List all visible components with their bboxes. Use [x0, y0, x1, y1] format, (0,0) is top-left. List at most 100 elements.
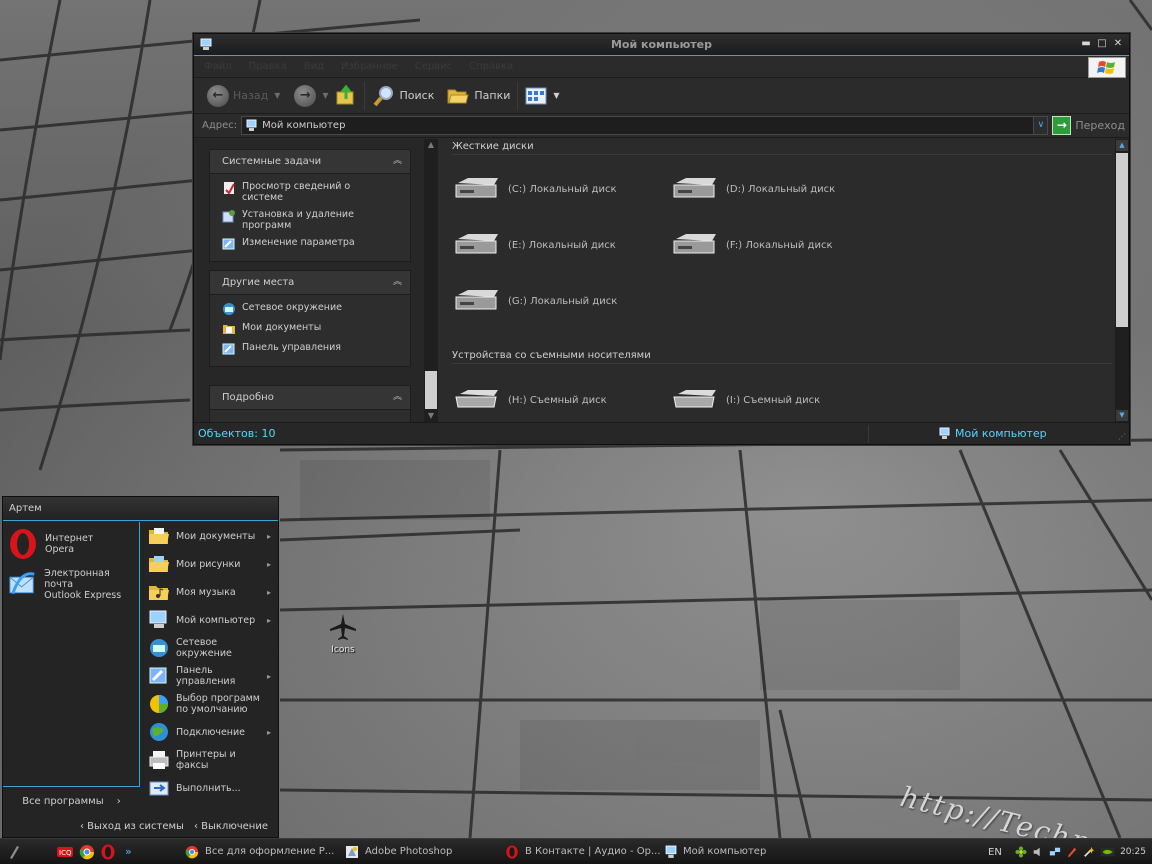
- volume-icon[interactable]: [1032, 845, 1044, 859]
- maximize-button[interactable]: □: [1097, 38, 1107, 50]
- sm-label: Мои документы: [176, 530, 256, 542]
- drive-h[interactable]: (H:) Съемный диск: [454, 389, 607, 411]
- language-indicator[interactable]: EN: [988, 847, 1002, 858]
- pinned-opera[interactable]: Интернет Opera: [3, 522, 139, 562]
- collapse-icon[interactable]: ︽: [393, 393, 402, 402]
- views-button[interactable]: ▼: [522, 81, 562, 111]
- scroll-up-icon[interactable]: ▲: [424, 139, 438, 151]
- task-change-setting[interactable]: Изменение параметра: [222, 237, 410, 251]
- place-control-panel[interactable]: Панель управления: [222, 342, 410, 356]
- sm-printers[interactable]: Принтеры и факсы: [143, 746, 278, 774]
- sm-my-documents[interactable]: Мои документы ▸: [143, 522, 278, 550]
- sm-connect[interactable]: Подключение ▸: [143, 718, 278, 746]
- my-documents-icon: [223, 325, 235, 334]
- sm-my-computer[interactable]: Мой компьютер ▸: [143, 606, 278, 634]
- close-button[interactable]: ✕: [1113, 38, 1123, 50]
- sm-label: Подключение: [176, 726, 246, 738]
- quick-launch-more-icon[interactable]: »: [125, 845, 132, 858]
- taskbar-task[interactable]: Adobe Photoshop: [341, 841, 501, 863]
- other-places-header[interactable]: Другие места ︽: [210, 271, 410, 295]
- task-pane-scrollbar[interactable]: ▲ ▼: [424, 139, 438, 422]
- chrome-icon[interactable]: [79, 844, 95, 860]
- menu-favorites[interactable]: Избранное: [341, 61, 398, 72]
- details-header[interactable]: Подробно ︽: [210, 386, 410, 410]
- scroll-down-icon[interactable]: ▼: [1116, 410, 1128, 421]
- system-tasks-header[interactable]: Системные задачи ︽: [210, 150, 410, 174]
- resize-grip-icon[interactable]: ⋰: [1118, 432, 1126, 441]
- collapse-icon[interactable]: ︽: [393, 157, 402, 166]
- menu-edit[interactable]: Правка: [249, 61, 287, 72]
- back-button[interactable]: ← Назад ▼: [204, 81, 283, 111]
- start-menu-pinned: Интернет Opera Электронная почта Outlook…: [3, 522, 140, 787]
- taskbar-task[interactable]: Мой компьютер: [661, 841, 811, 863]
- icq-flower-icon[interactable]: [1015, 845, 1027, 859]
- sm-network[interactable]: Сетевое окружение: [143, 634, 278, 662]
- details-panel: Подробно ︽: [209, 385, 411, 422]
- content-scrollbar[interactable]: ▲ ▼: [1115, 139, 1129, 422]
- place-label: Сетевое окружение: [242, 302, 342, 313]
- menu-help[interactable]: Справка: [469, 61, 513, 72]
- drive-e[interactable]: (E:) Локальный диск: [454, 233, 616, 257]
- desktop-icon-icons[interactable]: Icons: [323, 612, 363, 655]
- chevron-down-icon[interactable]: ▼: [274, 91, 280, 100]
- scrollbar-thumb[interactable]: [1116, 153, 1128, 327]
- chevron-down-icon[interactable]: ▼: [553, 91, 559, 100]
- taskbar-task[interactable]: Все для оформление Р...: [181, 841, 341, 863]
- all-programs-button[interactable]: Все программы ›: [3, 796, 140, 807]
- scrollbar-thumb[interactable]: [425, 371, 437, 409]
- window-titlebar[interactable]: Мой компьютер ▬ □ ✕: [194, 34, 1129, 56]
- menu-tools[interactable]: Сервис: [415, 61, 452, 72]
- folders-button[interactable]: Папки: [443, 81, 513, 111]
- drive-d[interactable]: (D:) Локальный диск: [672, 177, 835, 201]
- go-arrow-icon: →: [1052, 116, 1072, 135]
- pinned-line1: Интернет: [45, 533, 94, 544]
- sm-default-programs[interactable]: Выбор программ по умолчанию: [143, 690, 278, 718]
- place-my-documents[interactable]: Мои документы: [222, 322, 410, 336]
- drive-f[interactable]: (F:) Локальный диск: [672, 233, 832, 257]
- task-label: Все для оформление Р...: [205, 846, 335, 857]
- address-dropdown-button[interactable]: ∨: [1033, 117, 1048, 134]
- magic-wand-icon[interactable]: [1083, 845, 1095, 859]
- task-add-remove-programs[interactable]: Установка и удаление программ: [222, 209, 410, 231]
- address-field[interactable]: Мой компьютер ∨: [241, 116, 1049, 135]
- search-button[interactable]: Поиск: [369, 81, 438, 111]
- drive-label: (H:) Съемный диск: [508, 394, 607, 406]
- minimize-button[interactable]: ▬: [1081, 38, 1091, 50]
- place-network[interactable]: Сетевое окружение: [222, 302, 410, 316]
- shutdown-button[interactable]: ‹ Выключение: [194, 821, 268, 832]
- sm-my-music[interactable]: Моя музыка ▸: [143, 578, 278, 606]
- menu-file[interactable]: Файл: [204, 61, 232, 72]
- go-button[interactable]: → Переход: [1052, 116, 1129, 135]
- scroll-up-icon[interactable]: ▲: [1116, 140, 1128, 151]
- network-tray-icon[interactable]: [1049, 845, 1061, 859]
- system-tray: EN 20:25: [982, 839, 1152, 864]
- pinned-outlook[interactable]: Электронная почта Outlook Express: [3, 562, 139, 602]
- opera-icon: [506, 844, 518, 859]
- system-tasks-title: Системные задачи: [222, 156, 322, 167]
- opera-icon[interactable]: [100, 844, 116, 860]
- drive-g[interactable]: (G:) Локальный диск: [454, 289, 617, 313]
- drive-i[interactable]: (I:) Съемный диск: [672, 389, 820, 411]
- task-label: Мой компьютер: [683, 846, 767, 857]
- status-separator: [868, 424, 869, 443]
- task-view-system-info[interactable]: Просмотр сведений о системе: [222, 181, 410, 203]
- menu-view[interactable]: Вид: [304, 61, 324, 72]
- collapse-icon[interactable]: ︽: [393, 278, 402, 287]
- pencil-tray-icon[interactable]: [1066, 845, 1078, 859]
- sm-control-panel[interactable]: Панель управления ▸: [143, 662, 278, 690]
- icq-icon[interactable]: ICQ: [56, 845, 74, 859]
- logoff-button[interactable]: ‹ Выход из системы: [80, 821, 184, 832]
- drive-c[interactable]: (C:) Локальный диск: [454, 177, 617, 201]
- taskbar-task[interactable]: В Контакте | Аудио - Ор...: [501, 841, 661, 863]
- opera-icon: [10, 529, 36, 559]
- window-controls: ▬ □ ✕: [1081, 38, 1123, 50]
- chevron-down-icon[interactable]: ▼: [322, 91, 328, 100]
- sm-run[interactable]: Выполнить...: [143, 774, 278, 802]
- sm-my-pictures[interactable]: Мои рисунки ▸: [143, 550, 278, 578]
- scroll-down-icon[interactable]: ▼: [424, 410, 438, 422]
- forward-button[interactable]: → ▼: [291, 81, 331, 111]
- start-button[interactable]: [0, 840, 28, 864]
- clock: 20:25: [1120, 847, 1146, 857]
- up-button[interactable]: [332, 81, 360, 111]
- nvidia-icon[interactable]: [1100, 845, 1115, 859]
